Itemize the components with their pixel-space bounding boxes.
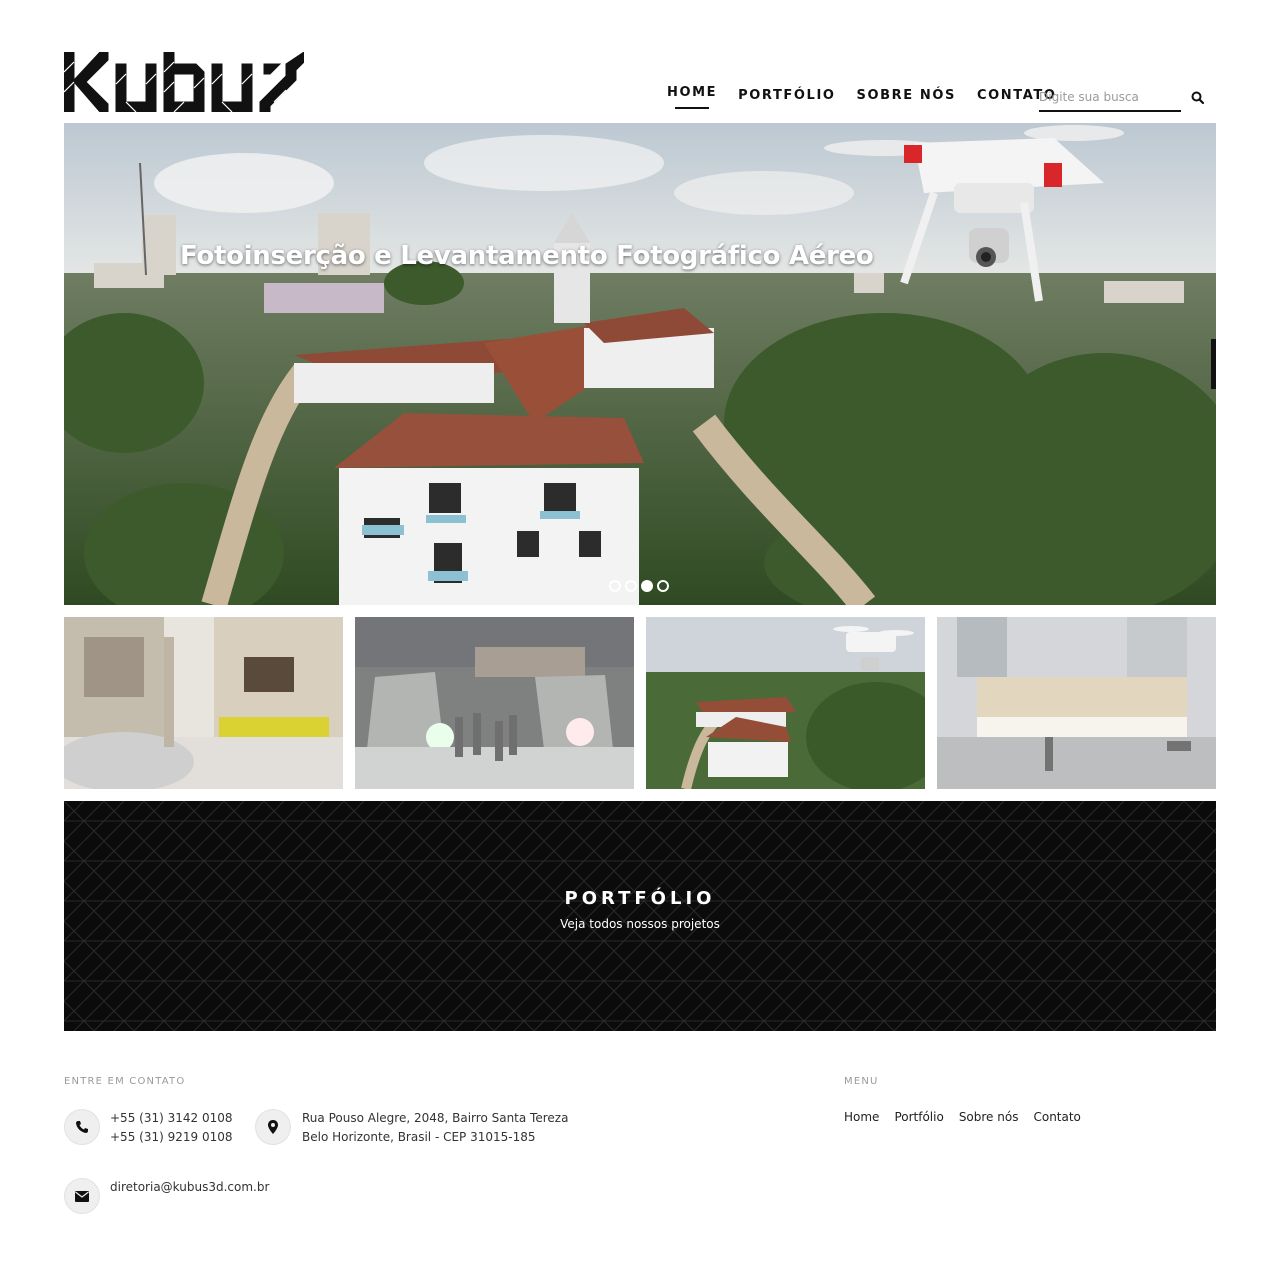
search-icon[interactable] <box>1190 90 1206 106</box>
phone-number-2[interactable]: +55 (31) 9219 0108 <box>110 1128 232 1147</box>
portfolio-banner[interactable]: PORTFÓLIO Veja todos nossos projetos <box>64 801 1216 1031</box>
thumbnail-night-plaza[interactable] <box>355 617 634 789</box>
hero-slider[interactable]: Fotoinserção e Levantamento Fotográfico … <box>64 123 1216 605</box>
kubus-logo-mark <box>63 51 305 114</box>
thumbnail-aerial-drone[interactable] <box>646 617 925 789</box>
night-plaza-image <box>355 617 634 789</box>
main-nav: HOME PORTFÓLIO SOBRE NÓS CONTATO <box>667 85 1078 109</box>
logo[interactable] <box>63 51 305 114</box>
portfolio-banner-subtitle: Veja todos nossos projetos <box>560 917 720 931</box>
email-link[interactable]: diretoria@kubus3d.com.br <box>110 1178 269 1197</box>
portfolio-banner-title: PORTFÓLIO <box>564 888 716 909</box>
address-line-2: Belo Horizonte, Brasil - CEP 31015-185 <box>302 1130 536 1144</box>
address-line-1: Rua Pouso Alegre, 2048, Bairro Santa Ter… <box>302 1111 569 1125</box>
nav-home[interactable]: HOME <box>667 85 717 109</box>
search-box <box>1039 84 1181 112</box>
search-input[interactable] <box>1039 84 1181 110</box>
phone-number-1[interactable]: +55 (31) 3142 0108 <box>110 1109 232 1128</box>
thumbnail-interior-bedroom[interactable] <box>64 617 343 789</box>
slider-dot-1[interactable] <box>609 580 621 592</box>
footer-menu: Home Portfólio Sobre nós Contato <box>844 1110 1081 1124</box>
nav-portfolio[interactable]: PORTFÓLIO <box>738 88 835 109</box>
contact-heading: ENTRE EM CONTATO <box>64 1076 186 1087</box>
hero-title: Fotoinserção e Levantamento Fotográfico … <box>180 241 874 271</box>
interior-render-image <box>64 617 343 789</box>
triangle-pattern-background <box>64 801 1216 1031</box>
hero-aerial-image <box>64 123 1216 605</box>
footer-menu-contato[interactable]: Contato <box>1033 1110 1080 1124</box>
nav-sobre-nos[interactable]: SOBRE NÓS <box>857 88 956 109</box>
envelope-icon <box>64 1178 100 1214</box>
building-facade-image <box>937 617 1216 789</box>
slider-pagination <box>609 580 669 592</box>
footer-menu-portfolio[interactable]: Portfólio <box>894 1110 943 1124</box>
project-thumbnails <box>64 617 1216 789</box>
slider-dot-4[interactable] <box>657 580 669 592</box>
map-pin-icon <box>255 1109 291 1145</box>
address: Rua Pouso Alegre, 2048, Bairro Santa Ter… <box>302 1109 568 1147</box>
aerial-drone-image <box>646 617 925 789</box>
footer-menu-home[interactable]: Home <box>844 1110 879 1124</box>
slider-dot-2[interactable] <box>625 580 637 592</box>
menu-heading: MENU <box>844 1076 879 1087</box>
footer-menu-sobre-nos[interactable]: Sobre nós <box>959 1110 1019 1124</box>
slider-next-handle[interactable] <box>1211 339 1216 389</box>
slider-dot-3[interactable] <box>641 580 653 592</box>
phone-numbers: +55 (31) 3142 0108 +55 (31) 9219 0108 <box>110 1109 232 1147</box>
phone-icon <box>64 1109 100 1145</box>
thumbnail-building-facade[interactable] <box>937 617 1216 789</box>
